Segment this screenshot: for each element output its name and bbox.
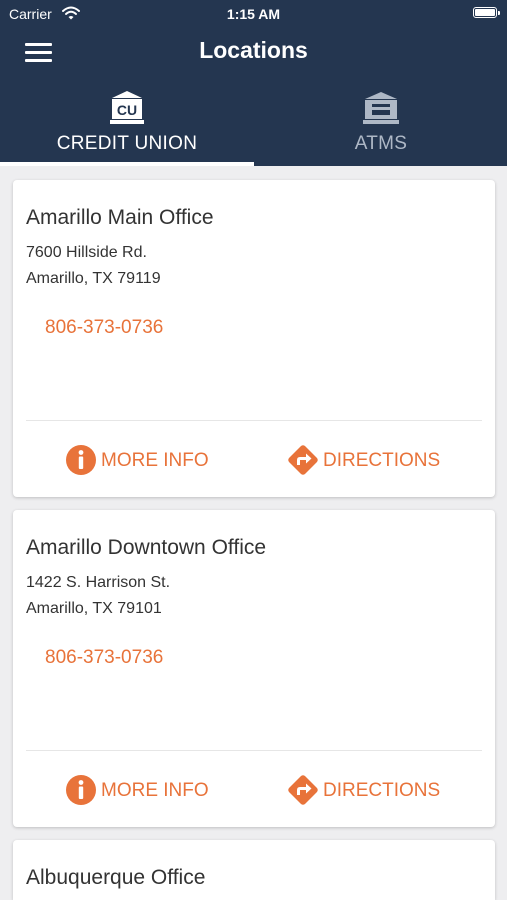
status-time: 1:15 AM	[226, 6, 281, 22]
location-address-line2: Amarillo, TX 79101	[26, 600, 162, 617]
tab-atms[interactable]: ATMS	[254, 85, 507, 166]
more-info-label: MORE INFO	[101, 780, 209, 801]
location-name: Amarillo Downtown Office	[26, 536, 267, 559]
more-info-label: MORE INFO	[101, 450, 209, 471]
battery-icon	[473, 7, 500, 18]
card-divider	[26, 750, 482, 751]
directions-button[interactable]: DIRECTIONS	[287, 443, 457, 477]
directions-button[interactable]: DIRECTIONS	[287, 773, 457, 807]
tab-credit-union-label: CREDIT UNION	[56, 133, 198, 154]
cu-bank-icon: CU	[110, 91, 144, 124]
directions-icon	[288, 445, 318, 475]
location-card: Amarillo Downtown Office 1422 S. Harriso…	[13, 510, 495, 827]
location-name: Amarillo Main Office	[26, 206, 214, 229]
atm-icon	[363, 92, 399, 124]
directions-label: DIRECTIONS	[323, 450, 441, 471]
location-card: Amarillo Main Office 7600 Hillside Rd. A…	[13, 180, 495, 497]
status-bar: Carrier 1:15 AM	[0, 0, 507, 28]
location-name: Albuquerque Office	[26, 866, 206, 889]
location-card: Albuquerque Office	[13, 840, 495, 900]
tab-atms-label: ATMS	[354, 133, 408, 154]
page-title: Locations	[199, 37, 308, 63]
directions-icon	[288, 775, 318, 805]
directions-label: DIRECTIONS	[323, 780, 441, 801]
info-icon	[66, 775, 96, 805]
location-address-line2: Amarillo, TX 79119	[26, 270, 161, 287]
card-divider	[26, 420, 482, 421]
svg-text:CU: CU	[117, 102, 137, 118]
location-address-line1: 1422 S. Harrison St.	[26, 574, 171, 591]
location-phone-link[interactable]: 806-373-0736	[45, 317, 163, 339]
app-header: Carrier 1:15 AM Locations CU CREDIT UNIO…	[0, 0, 507, 166]
location-phone-link[interactable]: 806-373-0736	[45, 647, 163, 669]
more-info-button[interactable]: MORE INFO	[65, 443, 215, 477]
more-info-button[interactable]: MORE INFO	[65, 773, 215, 807]
tab-credit-union[interactable]: CU CREDIT UNION	[0, 85, 254, 166]
info-icon	[66, 445, 96, 475]
location-address-line1: 7600 Hillside Rd.	[26, 244, 147, 261]
